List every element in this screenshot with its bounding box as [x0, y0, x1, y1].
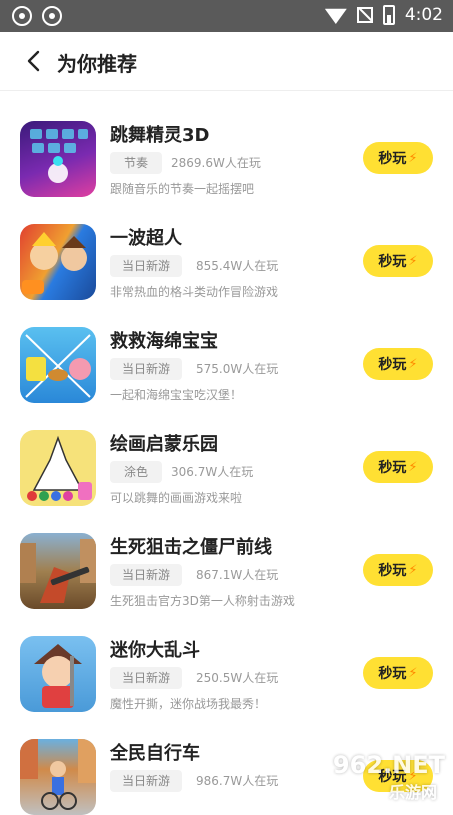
page-title: 为你推荐 — [57, 52, 137, 76]
instant-play-button[interactable]: 秒玩 ⚡ — [363, 554, 433, 586]
list-item[interactable]: 生死狙击之僵尸前线 当日新游 867.1W人在玩 生死狙击官方3D第一人称射击游… — [0, 503, 453, 609]
watermark-subtext: 乐游网 — [388, 783, 437, 802]
game-icon[interactable] — [20, 430, 96, 506]
player-count: 867.1W人在玩 — [196, 568, 279, 582]
lightning-icon: ⚡ — [408, 253, 418, 269]
lightning-icon: ⚡ — [408, 665, 418, 681]
player-count: 986.7W人在玩 — [196, 774, 279, 788]
list-item[interactable]: 跳舞精灵3D 节奏 2869.6W人在玩 跟随音乐的节奏一起摇摆吧 秒玩 ⚡ — [0, 91, 453, 197]
lightning-icon: ⚡ — [408, 562, 418, 578]
game-tag: 当日新游 — [110, 770, 183, 792]
button-label: 秒玩 — [378, 563, 407, 579]
player-count: 2869.6W人在玩 — [171, 156, 261, 170]
game-name: 全民自行车 — [110, 743, 200, 764]
wifi-icon — [324, 8, 347, 24]
button-label: 秒玩 — [378, 254, 407, 270]
game-tag: 当日新游 — [110, 358, 183, 380]
game-icon[interactable] — [20, 636, 96, 712]
button-label: 秒玩 — [378, 460, 407, 476]
game-tag: 涂色 — [110, 461, 162, 483]
game-list: 跳舞精灵3D 节奏 2869.6W人在玩 跟随音乐的节奏一起摇摆吧 秒玩 ⚡ 一波… — [0, 91, 453, 815]
list-item[interactable]: 救救海绵宝宝 当日新游 575.0W人在玩 一起和海绵宝宝吃汉堡！ 秒玩 ⚡ — [0, 297, 453, 403]
back-arrow-icon[interactable] — [24, 50, 46, 72]
lightning-icon: ⚡ — [408, 356, 418, 372]
game-name: 生死狙击之僵尸前线 — [110, 537, 272, 558]
lightning-icon: ⚡ — [408, 150, 418, 166]
no-signal-icon — [356, 7, 373, 23]
button-label: 秒玩 — [378, 357, 407, 373]
player-count: 855.4W人在玩 — [196, 259, 279, 273]
game-tag: 当日新游 — [110, 564, 183, 586]
game-icon[interactable] — [20, 224, 96, 300]
button-label: 秒玩 — [378, 666, 407, 682]
game-icon[interactable] — [20, 327, 96, 403]
game-icon[interactable] — [20, 121, 96, 197]
game-tag: 当日新游 — [110, 667, 183, 689]
game-tag: 节奏 — [110, 152, 162, 174]
list-item[interactable]: 绘画启蒙乐园 涂色 306.7W人在玩 可以跳舞的画画游戏来啦 秒玩 ⚡ — [0, 400, 453, 506]
instant-play-button[interactable]: 秒玩 ⚡ — [363, 142, 433, 174]
game-tag: 当日新游 — [110, 255, 183, 277]
watermark-text: 962.NET — [332, 751, 445, 779]
instant-play-button[interactable]: 秒玩 ⚡ — [363, 657, 433, 689]
list-item[interactable]: 一波超人 当日新游 855.4W人在玩 非常热血的格斗类动作冒险游戏 秒玩 ⚡ — [0, 194, 453, 300]
site-watermark: 962.NET 乐游网 — [329, 751, 447, 802]
page-header: 为你推荐 — [0, 32, 453, 91]
sync-icon — [42, 6, 62, 26]
game-name: 一波超人 — [110, 228, 182, 249]
game-name: 跳舞精灵3D — [110, 125, 210, 146]
list-item[interactable]: 迷你大乱斗 当日新游 250.5W人在玩 魔性开撕，迷你战场我最秀！ 秒玩 ⚡ — [0, 606, 453, 712]
battery-icon — [382, 5, 395, 25]
game-name: 迷你大乱斗 — [110, 640, 200, 661]
status-bar: 4:02 — [0, 0, 453, 32]
instant-play-button[interactable]: 秒玩 ⚡ — [363, 348, 433, 380]
status-time: 4:02 — [404, 5, 443, 25]
lightning-icon: ⚡ — [408, 459, 418, 475]
instant-play-button[interactable]: 秒玩 ⚡ — [363, 451, 433, 483]
sync-icon — [12, 6, 32, 26]
player-count: 250.5W人在玩 — [196, 671, 279, 685]
player-count: 575.0W人在玩 — [196, 362, 279, 376]
player-count: 306.7W人在玩 — [171, 465, 254, 479]
instant-play-button[interactable]: 秒玩 ⚡ — [363, 245, 433, 277]
game-icon[interactable] — [20, 739, 96, 815]
game-name: 救救海绵宝宝 — [110, 331, 218, 352]
game-icon[interactable] — [20, 533, 96, 609]
button-label: 秒玩 — [378, 151, 407, 167]
game-name: 绘画启蒙乐园 — [110, 434, 218, 455]
